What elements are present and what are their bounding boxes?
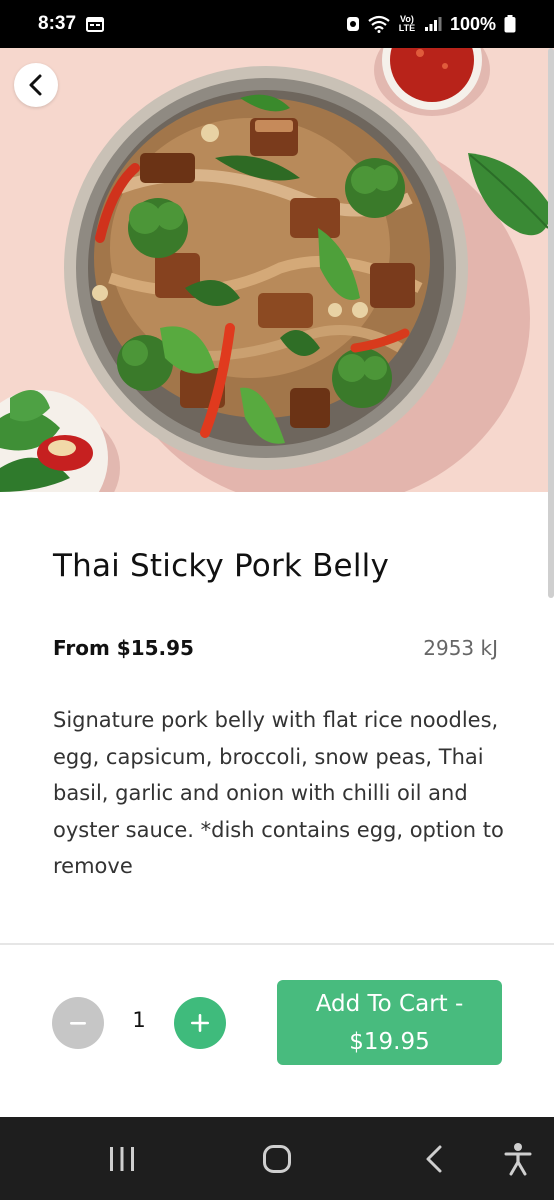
back-icon	[426, 1145, 442, 1172]
system-nav-bar	[0, 1117, 554, 1200]
recents-icon	[110, 1146, 134, 1171]
accessibility-button[interactable]	[492, 1117, 544, 1200]
product-image	[0, 48, 554, 492]
status-right: Vo) LTE 100%	[346, 14, 516, 35]
network-label: Vo) LTE	[398, 14, 416, 33]
home-button[interactable]	[251, 1117, 303, 1200]
quantity-value: 1	[132, 1008, 146, 1032]
accessibility-icon	[504, 1142, 532, 1175]
status-bar: 8:37 Vo) LTE 100%	[0, 0, 554, 48]
add-to-cart-price: $19.95	[349, 1028, 430, 1055]
chevron-left-icon	[29, 74, 42, 96]
divider	[0, 943, 554, 945]
app-notification-icon	[346, 17, 359, 31]
status-time: 8:37	[38, 13, 77, 34]
product-description: Signature pork belly with flat rice nood…	[53, 708, 504, 878]
signal-icon	[424, 17, 442, 31]
product-price: From $15.95	[53, 636, 194, 660]
decrease-quantity-button[interactable]	[52, 997, 104, 1049]
battery-icon	[504, 15, 516, 33]
increase-quantity-button[interactable]	[174, 997, 226, 1049]
product-title: Thai Sticky Pork Belly	[53, 548, 390, 584]
plus-icon	[191, 1014, 209, 1032]
back-button[interactable]	[14, 63, 58, 107]
food-bowl-illustration	[0, 48, 552, 492]
wifi-icon	[368, 15, 390, 33]
nav-back-button[interactable]	[408, 1117, 460, 1200]
minus-icon	[70, 1022, 86, 1025]
calendar-icon	[86, 17, 105, 32]
add-to-cart-label: Add To Cart -	[315, 990, 464, 1017]
home-icon	[263, 1144, 291, 1173]
add-to-cart-button[interactable]: Add To Cart - $19.95	[277, 980, 502, 1065]
scrollbar[interactable]	[548, 48, 554, 598]
recents-button[interactable]	[96, 1117, 148, 1200]
product-energy: 2953 kJ	[423, 636, 498, 660]
status-left: 8:37	[38, 13, 105, 35]
battery-percent: 100%	[449, 13, 496, 34]
